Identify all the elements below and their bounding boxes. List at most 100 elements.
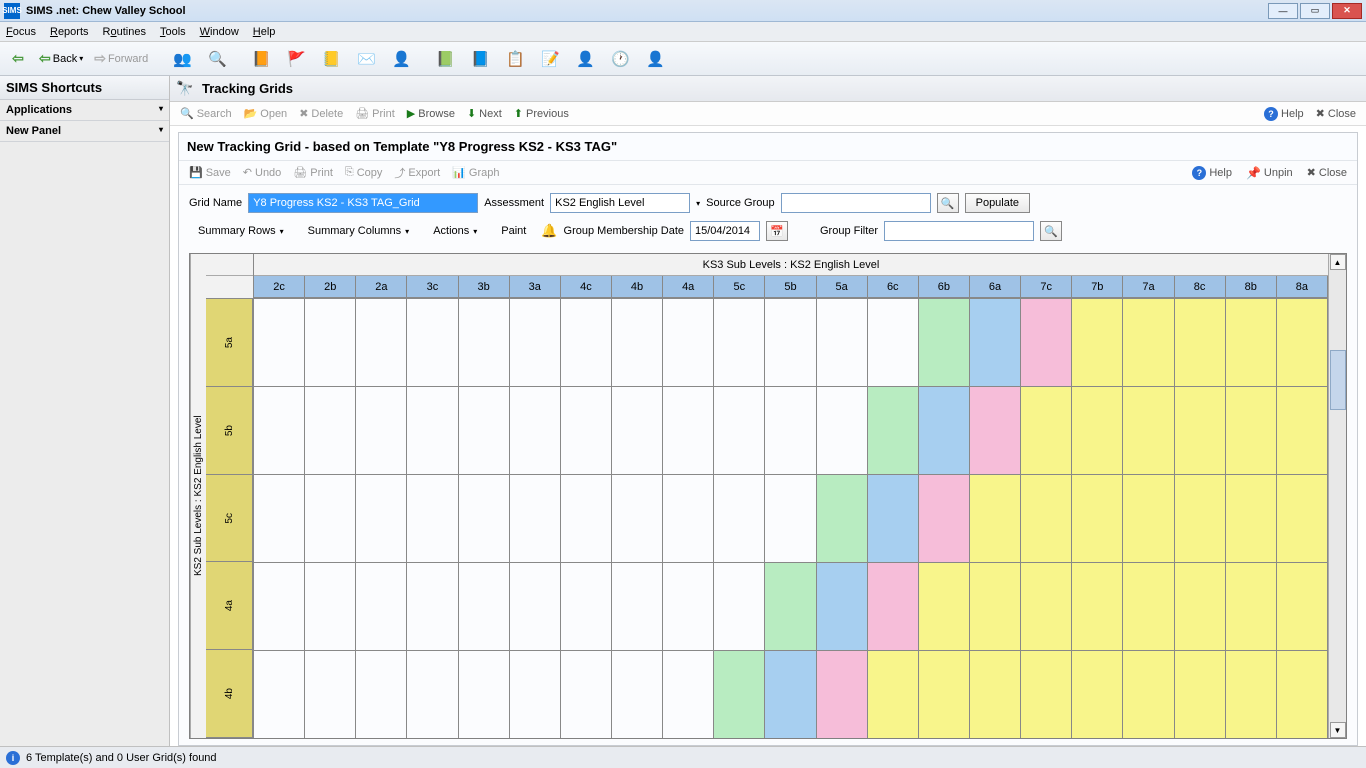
grid-cell[interactable] [407,387,458,474]
membership-date-input[interactable] [690,221,760,241]
panel-search-button[interactable]: 🔍Search [176,103,236,125]
assessment-input[interactable] [550,193,690,213]
grid-cell[interactable] [510,475,561,562]
toolbar-icon-1[interactable]: 👥 [166,45,198,73]
menu-focus[interactable]: Focus [6,26,36,38]
col-header[interactable]: 3a [510,276,561,297]
forward-button[interactable]: ⇨Forward [90,45,152,73]
row-header[interactable]: 4b [206,649,253,737]
row-header[interactable]: 4a [206,561,253,649]
menu-tools[interactable]: Tools [160,26,186,38]
grid-cell[interactable] [970,475,1021,562]
grid-cell[interactable] [254,299,305,386]
source-group-input[interactable] [781,193,931,213]
sidebar-item-applications[interactable]: Applications▾ [0,100,169,121]
grid-cell[interactable] [612,563,663,650]
grid-cell[interactable] [1021,387,1072,474]
doc-print-button[interactable]: 🖨Print [289,162,337,184]
toolbar-icon-6[interactable]: ✉️ [350,45,382,73]
grid-cell[interactable] [561,563,612,650]
panel-close-button[interactable]: ✖Close [1312,103,1360,125]
col-header[interactable]: 8b [1226,276,1277,297]
col-header[interactable]: 4b [612,276,663,297]
toolbar-icon-12[interactable]: 👤 [569,45,601,73]
grid-cell[interactable] [970,651,1021,738]
doc-unpin-button[interactable]: 📌Unpin [1242,162,1297,184]
doc-graph-button[interactable]: 📊Graph [448,162,503,184]
minimize-button[interactable]: — [1268,3,1298,19]
grid-cell[interactable] [1123,387,1174,474]
grid-cell[interactable] [714,299,765,386]
menu-help[interactable]: Help [253,26,276,38]
grid-cell[interactable] [1021,651,1072,738]
grid-vertical-scrollbar[interactable]: ▲ ▼ [1328,254,1346,738]
grid-cell[interactable] [1226,475,1277,562]
source-group-search-button[interactable]: 🔍 [937,193,959,213]
close-button[interactable]: ✕ [1332,3,1362,19]
grid-cell[interactable] [459,475,510,562]
grid-cell[interactable] [407,563,458,650]
panel-next-button[interactable]: ⬇Next [463,103,506,125]
toolbar-icon-5[interactable]: 📒 [315,45,347,73]
grid-cell[interactable] [407,299,458,386]
grid-cell[interactable] [254,651,305,738]
grid-cell[interactable] [663,387,714,474]
grid-cell[interactable] [612,475,663,562]
panel-delete-button[interactable]: ✖Delete [295,103,347,125]
grid-cell[interactable] [1175,651,1226,738]
scroll-down-button[interactable]: ▼ [1330,722,1346,738]
grid-cell[interactable] [1226,651,1277,738]
summary-cols-dropdown[interactable]: Summary Columns▾ [299,221,419,241]
grid-cell[interactable] [254,563,305,650]
back-square-button[interactable]: ⇦ [4,45,32,73]
grid-cell[interactable] [1021,475,1072,562]
grid-cell[interactable] [663,563,714,650]
toolbar-icon-2[interactable]: 🔍 [201,45,233,73]
grid-cell[interactable] [970,299,1021,386]
grid-cell[interactable] [612,387,663,474]
grid-cell[interactable] [1226,563,1277,650]
grid-cell[interactable] [1175,563,1226,650]
col-header[interactable]: 4a [663,276,714,297]
grid-cell[interactable] [663,651,714,738]
col-header[interactable]: 5b [765,276,816,297]
doc-close-button[interactable]: ✖Close [1303,162,1351,184]
grid-cell[interactable] [714,475,765,562]
grid-cell[interactable] [1226,387,1277,474]
grid-cell[interactable] [970,387,1021,474]
grid-cell[interactable] [868,651,919,738]
group-filter-search-button[interactable]: 🔍 [1040,221,1062,241]
grid-cell[interactable] [817,387,868,474]
col-header[interactable]: 8a [1277,276,1328,297]
grid-cell[interactable] [1072,475,1123,562]
doc-copy-button[interactable]: ⎘Copy [341,162,387,184]
col-header[interactable]: 7c [1021,276,1072,297]
grid-cell[interactable] [407,651,458,738]
grid-cell[interactable] [919,475,970,562]
grid-cell[interactable] [1277,387,1328,474]
toolbar-icon-8[interactable]: 📗 [429,45,461,73]
grid-cell[interactable] [459,563,510,650]
grid-cell[interactable] [1123,563,1174,650]
col-header[interactable]: 2b [305,276,356,297]
grid-cell[interactable] [612,651,663,738]
grid-cell[interactable] [868,475,919,562]
col-header[interactable]: 2c [254,276,305,297]
col-header[interactable]: 6a [970,276,1021,297]
grid-cell[interactable] [356,299,407,386]
grid-cell[interactable] [765,563,816,650]
toolbar-icon-3[interactable]: 📙 [245,45,277,73]
grid-cell[interactable] [1072,563,1123,650]
grid-cell[interactable] [407,475,458,562]
grid-cell[interactable] [817,475,868,562]
menu-window[interactable]: Window [200,26,239,38]
sidebar-item-new-panel[interactable]: New Panel▾ [0,121,169,142]
grid-cell[interactable] [305,651,356,738]
grid-cell[interactable] [1277,563,1328,650]
grid-cell[interactable] [817,563,868,650]
toolbar-icon-14[interactable]: 👤 [639,45,671,73]
grid-cell[interactable] [510,563,561,650]
row-header[interactable]: 5b [206,386,253,474]
grid-cell[interactable] [868,299,919,386]
col-header[interactable]: 3c [407,276,458,297]
